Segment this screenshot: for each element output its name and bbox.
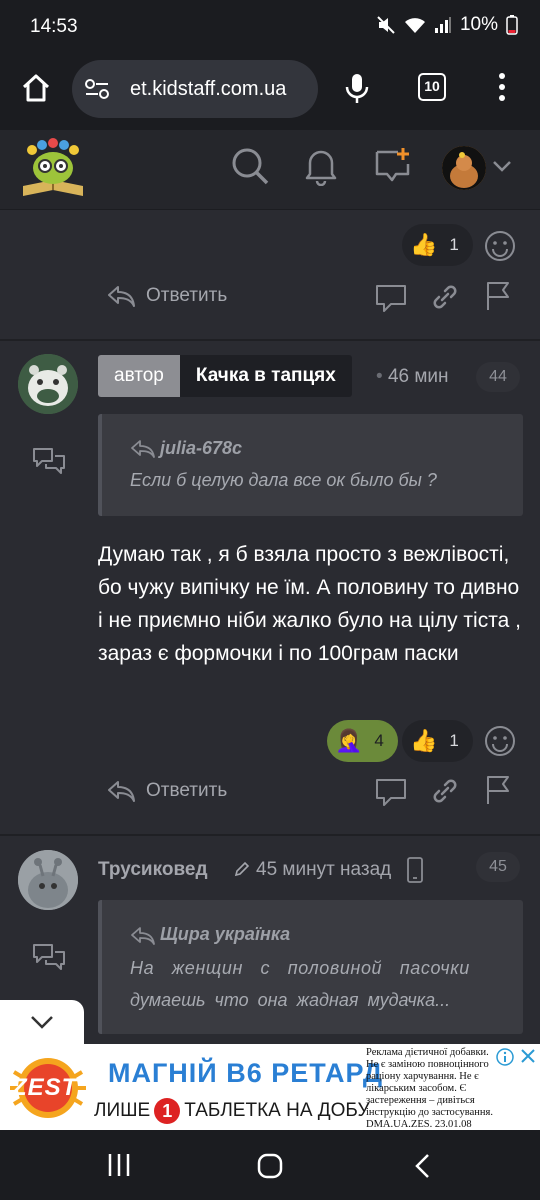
ad-brand-text: ZEST xyxy=(12,1074,78,1101)
ad-tagline-number: 1 xyxy=(154,1098,181,1124)
add-reaction-icon[interactable] xyxy=(484,725,516,757)
ad-tagline-left: ЛИШЕ xyxy=(94,1100,151,1121)
quote-reply-arrow-icon xyxy=(131,927,155,945)
wifi-icon xyxy=(404,18,425,33)
messages-icon[interactable] xyxy=(374,146,414,186)
author-avatar-image xyxy=(18,354,78,414)
search-icon[interactable] xyxy=(230,146,270,186)
reply-label: Ответить xyxy=(146,285,228,306)
edit-pencil-icon xyxy=(234,861,250,877)
notifications-bell-icon[interactable] xyxy=(304,146,338,186)
more-menu-icon[interactable] xyxy=(497,72,507,102)
reply-arrow-icon xyxy=(108,781,135,802)
reaction-count: 1 xyxy=(449,235,459,254)
author-avatar[interactable] xyxy=(18,354,78,414)
quote-author[interactable]: Щира українка xyxy=(160,924,290,945)
post-time: 45 минут назад xyxy=(256,859,392,880)
comment-icon[interactable] xyxy=(374,776,408,808)
author-name[interactable]: Качка в тапцях xyxy=(179,355,352,397)
quote-text: Если б целую дала все ок было бы ? xyxy=(130,470,437,490)
post-number[interactable]: 45 xyxy=(476,852,520,882)
user-avatar-image xyxy=(442,146,486,190)
post-divider xyxy=(0,834,540,836)
collapse-ad-button[interactable] xyxy=(0,1000,84,1044)
author-badge: автор xyxy=(98,355,180,397)
battery-percent: 10% xyxy=(459,14,498,35)
thumbs-up-icon: 👍 xyxy=(410,728,438,753)
post-time-text: 46 мин xyxy=(387,366,449,387)
reaction-like[interactable]: 👍 1 xyxy=(402,224,473,266)
chevron-down-icon[interactable] xyxy=(492,160,512,174)
reply-button[interactable]: Ответить xyxy=(106,779,227,803)
post-body: Думаю так , я б взяла просто з вежлівост… xyxy=(98,543,521,665)
thumbs-up-icon: 👍 xyxy=(410,232,438,257)
site-settings-icon[interactable] xyxy=(84,77,110,101)
post-number[interactable]: 44 xyxy=(476,362,520,392)
author-tag[interactable]: автор Качка в тапцях xyxy=(98,355,352,397)
reply-arrow-icon xyxy=(108,286,135,307)
quote-text-line-1: На женщин с половиной пасочки xyxy=(130,958,470,978)
mute-icon xyxy=(377,16,395,34)
post-footer: 👍 1 Ответить xyxy=(0,210,540,340)
report-flag-icon[interactable] xyxy=(484,280,512,312)
facepalm-icon: 🤦‍♀️ xyxy=(335,728,363,753)
report-flag-icon[interactable] xyxy=(484,774,512,806)
recent-apps-icon[interactable] xyxy=(106,1152,132,1178)
battery-icon xyxy=(506,15,518,35)
author-avatar[interactable] xyxy=(18,850,78,910)
user-avatar[interactable] xyxy=(442,146,486,190)
ad-tagline-right: ТАБЛЕТКА НА ДОБУ xyxy=(184,1100,370,1121)
reply-label: Ответить xyxy=(146,780,228,801)
ad-close-icon[interactable] xyxy=(518,1046,538,1066)
signal-icon xyxy=(434,17,451,33)
time-dot: • xyxy=(376,366,388,387)
site-header xyxy=(0,130,540,210)
conversation-icon[interactable] xyxy=(32,942,66,972)
quote-author[interactable]: julia-678c xyxy=(160,438,242,459)
tab-switcher-button[interactable]: 10 xyxy=(418,73,446,101)
chevron-down-icon xyxy=(31,1016,53,1029)
ad-banner[interactable]: ZEST МАГНІЙ В6 РЕТАРД ЛИШЕ 1 ТАБЛЕТКА НА… xyxy=(0,1044,540,1130)
reaction-like[interactable]: 👍 1 xyxy=(402,720,473,762)
author-name[interactable]: Трусиковед xyxy=(98,859,208,881)
back-nav-icon[interactable] xyxy=(412,1152,432,1180)
reply-button[interactable]: Ответить xyxy=(106,284,227,308)
quote-block: julia-678c Если б целую дала все ок было… xyxy=(98,414,523,516)
status-bar: 14:53 10% xyxy=(0,0,540,56)
browser-toolbar: et.kidstaff.com.ua 10 xyxy=(0,56,540,130)
ad-headline: МАГНІЙ В6 РЕТАРД xyxy=(108,1058,384,1088)
reaction-facepalm[interactable]: 🤦‍♀️ 4 xyxy=(327,720,398,762)
post-divider xyxy=(0,339,540,341)
system-navigation-bar xyxy=(0,1130,540,1200)
ad-disclaimer: Реклама дієтичної добавки. Не є заміною … xyxy=(366,1047,493,1130)
link-icon[interactable] xyxy=(430,282,460,312)
quote-block: Щира українка На женщин с половиной пасо… xyxy=(98,900,523,1034)
mobile-device-icon xyxy=(407,857,423,883)
add-reaction-icon[interactable] xyxy=(484,230,516,262)
author-avatar-image xyxy=(18,850,78,910)
reaction-count: 1 xyxy=(449,731,459,750)
ad-info-icon[interactable] xyxy=(496,1048,514,1066)
quote-text-line-2: думаешь что она жадная мудачка... xyxy=(130,990,451,1010)
microphone-icon[interactable] xyxy=(344,72,370,106)
home-nav-icon[interactable] xyxy=(256,1152,284,1180)
post-time: • 46 мин xyxy=(376,366,449,388)
quote-reply-arrow-icon xyxy=(131,440,155,458)
comment-icon[interactable] xyxy=(374,282,408,314)
url-text: et.kidstaff.com.ua xyxy=(130,78,287,100)
reaction-count: 4 xyxy=(374,731,384,750)
status-time: 14:53 xyxy=(30,16,78,37)
status-icons: 10% xyxy=(376,14,518,36)
address-bar[interactable]: et.kidstaff.com.ua xyxy=(72,60,318,118)
link-icon[interactable] xyxy=(430,776,460,806)
ad-tagline: ЛИШЕ 1 ТАБЛЕТКА НА ДОБУ xyxy=(94,1098,370,1124)
conversation-icon[interactable] xyxy=(32,446,66,476)
site-logo-icon[interactable] xyxy=(18,138,88,200)
home-icon[interactable] xyxy=(20,72,52,104)
